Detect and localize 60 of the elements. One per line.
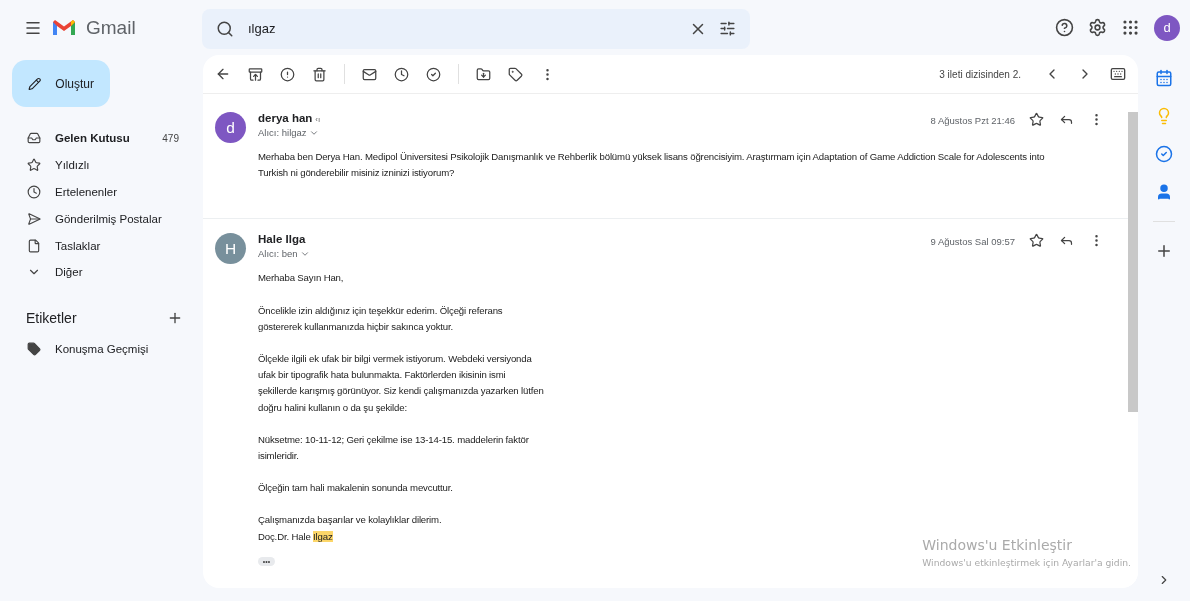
thread-position: 3 ileti dizisinden 2. <box>939 68 1021 80</box>
clock-icon[interactable] <box>394 66 409 82</box>
calendar-icon[interactable] <box>1155 69 1173 87</box>
task-check-icon[interactable] <box>1155 145 1173 163</box>
clock-icon <box>27 185 41 199</box>
message-paragraph: Nüksetme: 10-11-12; Geri çekilme ise 13-14-15. maddelerin faktör isimleridir. <box>258 432 530 464</box>
person-icon[interactable] <box>1155 183 1173 201</box>
move-to-icon[interactable] <box>476 66 491 82</box>
task-check-icon[interactable] <box>426 66 441 82</box>
message-paragraph: Merhaba Sayın Han, <box>258 271 345 286</box>
settings-icon[interactable] <box>1088 18 1107 37</box>
label-icon <box>27 342 41 357</box>
message-paragraph: Ölçekle ilgili ek ufak bir bilgi vermek istiyorum. Webdeki versiyonda ufak bir tipografik hata bulunmakta. Faktörlerden ikisinin ismi şekillerde karışmış görünüyor. Siz kendi çalışmanızda yazarken lütfen doğru halini kullanın o da şu şekilde: <box>258 352 545 415</box>
sidebar-item[interactable]: Diğer <box>0 259 199 286</box>
unread-count: 479 <box>162 132 179 144</box>
star-icon[interactable] <box>1029 112 1044 127</box>
star-icon[interactable] <box>1029 233 1044 249</box>
message-paragraph: Merhaba ben Derya Han. Medipol Üniversitesi Psikolojik Danışmanlık ve Rehberlik bölümü yüksek lisans öğrencisiyim. Araştırmam için Adaptation of Game Addiction Scale for Adolescents into Turkish ni gönderebilir misiniz izninizi istiyorum? <box>258 150 1046 181</box>
app-name: Gmail <box>86 16 136 39</box>
recipient-dropdown[interactable]: Alıcı: ben <box>258 248 310 260</box>
message-paragraph: Öncelikle izin aldığınız için teşekkür ederim. Ölçeği referans göstererek kullanmanızda hiçbir sakınca yoktur. <box>258 303 504 334</box>
file-icon <box>27 238 41 253</box>
plus-icon[interactable] <box>1155 242 1173 260</box>
scrollbar-thumb[interactable] <box>1128 112 1138 412</box>
gmail-logo-icon[interactable] <box>52 18 76 37</box>
message-date: 8 Ağustos Pzt 21:46 <box>930 115 1015 126</box>
apps-grid-icon[interactable] <box>1121 18 1140 37</box>
activation-title: Windows'u Etkinleştir <box>922 537 1073 553</box>
trash-icon[interactable] <box>312 66 327 82</box>
keyboard-icon[interactable] <box>1110 66 1126 82</box>
sidebar-item[interactable]: Yıldızlı <box>0 151 199 179</box>
sliders-icon[interactable] <box>719 20 736 37</box>
star-icon <box>27 158 41 173</box>
spam-icon[interactable] <box>280 66 295 82</box>
inbox-icon <box>27 131 41 146</box>
sidebar-item[interactable]: Taslaklar <box>0 232 199 259</box>
pencil-icon <box>28 75 42 92</box>
message-date: 9 Ağustos Sal 09:57 <box>930 236 1015 248</box>
send-icon <box>27 211 41 226</box>
sidebar-item[interactable]: Gelen Kutusu 479 <box>0 125 199 152</box>
sender-name: Hale Ilga <box>258 233 307 246</box>
label-item[interactable]: Konuşma Geçmişi <box>0 335 199 363</box>
account-avatar[interactable]: d <box>1154 14 1180 41</box>
labels-heading: Etiketler <box>26 309 77 326</box>
mail-icon[interactable] <box>362 66 377 82</box>
search-icon[interactable] <box>216 19 234 38</box>
help-icon[interactable] <box>1055 18 1074 37</box>
sender-name: derya han ‹ı <box>258 112 321 124</box>
sender-avatar: d <box>215 112 246 143</box>
sidebar-item[interactable]: Gönderilmiş Postalar <box>0 205 199 233</box>
sidebar-item[interactable]: Ertelenenler <box>0 178 199 206</box>
activation-subtitle: Windows'u etkinleştirmek için Ayarlar'a gidin. <box>922 557 1131 568</box>
label-icon[interactable] <box>508 66 523 82</box>
search-bar[interactable]: ılgaz <box>202 8 750 49</box>
message-paragraph: Ölçeğin tam hali makalenin sonunda mevcuttur. <box>258 481 454 496</box>
compose-button[interactable]: Oluştur <box>12 60 110 107</box>
recipient-dropdown[interactable]: Alıcı: hilgaz <box>258 127 321 138</box>
archive-icon[interactable] <box>248 66 263 82</box>
sender-avatar: H <box>215 233 246 265</box>
search-input[interactable]: ılgaz <box>246 20 677 37</box>
